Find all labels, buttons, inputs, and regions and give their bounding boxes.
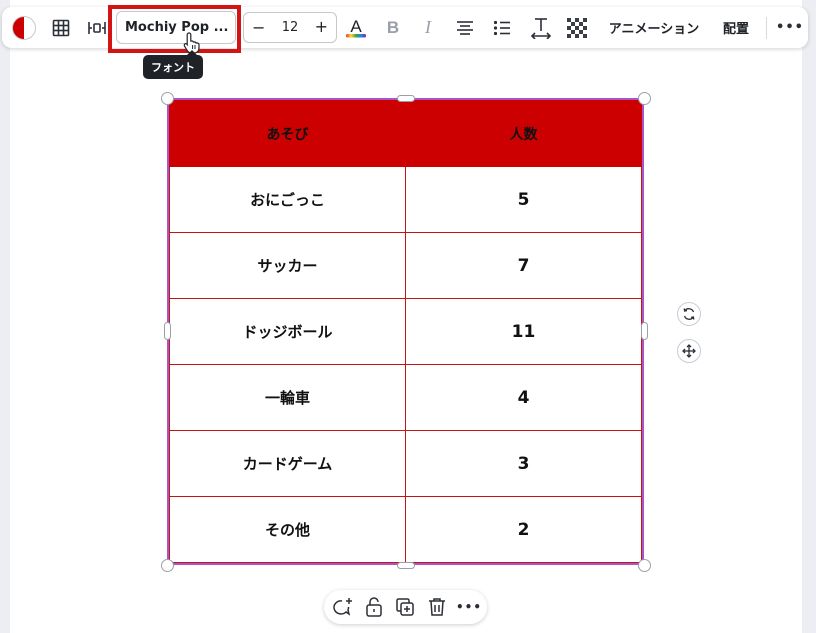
table-row: その他 2 (169, 496, 642, 563)
align-button[interactable] (452, 7, 478, 48)
color-swatch-icon (12, 15, 36, 40)
transparency-icon (567, 17, 587, 38)
move-button[interactable] (677, 339, 701, 363)
trash-icon (429, 598, 445, 616)
header-cell-count[interactable]: 人数 (405, 100, 642, 167)
move-icon (682, 344, 696, 358)
text-color-icon: A (346, 17, 366, 37)
table-cell-activity[interactable]: カードゲーム (169, 430, 406, 497)
table-cell-activity[interactable]: その他 (169, 496, 406, 563)
bold-icon: B (386, 17, 400, 37)
transparency-button[interactable] (564, 7, 590, 48)
text-spacing-icon (531, 17, 551, 39)
delete-button[interactable] (422, 590, 452, 624)
font-size-value[interactable]: 12 (272, 20, 308, 35)
resize-handle-top[interactable] (397, 95, 415, 102)
more-options-button[interactable]: ••• (776, 7, 804, 48)
font-size-stepper[interactable]: − 12 + (243, 12, 337, 43)
table-grid-button[interactable] (48, 7, 74, 48)
add-comment-button[interactable] (328, 590, 358, 624)
table-row: 一輪車 4 (169, 364, 642, 431)
table-row: カードゲーム 3 (169, 430, 642, 497)
table-header-row: あそび 人数 (169, 100, 642, 167)
text-spacing-button[interactable] (528, 7, 554, 48)
resize-handle-top-right[interactable] (638, 92, 651, 105)
text-color-button[interactable]: A (343, 7, 369, 48)
table-grid-icon (52, 19, 70, 36)
table-cell-count[interactable]: 7 (405, 232, 642, 299)
font-tooltip: フォント (143, 50, 203, 79)
bold-button[interactable]: B (381, 7, 405, 48)
data-table[interactable]: あそび 人数 おにごっこ 5 サッカー 7 ドッジボール 11 一輪車 4 カー… (169, 100, 642, 563)
table-cell-count[interactable]: 5 (405, 166, 642, 233)
resize-handle-bottom-right[interactable] (638, 559, 651, 572)
resize-handle-left[interactable] (164, 322, 171, 340)
duplicate-button[interactable] (390, 590, 420, 624)
italic-button[interactable]: I (416, 7, 440, 48)
table-cell-count[interactable]: 4 (405, 364, 642, 431)
comment-add-icon (333, 598, 352, 616)
table-cell-count[interactable]: 3 (405, 430, 642, 497)
rotate-button[interactable] (677, 302, 701, 326)
svg-text:A: A (350, 17, 362, 36)
italic-icon: I (425, 17, 431, 37)
resize-handle-top-left[interactable] (161, 92, 174, 105)
lock-button[interactable] (359, 590, 389, 624)
arrange-button[interactable]: 配置 (718, 7, 754, 48)
resize-handle-bottom-left[interactable] (161, 559, 174, 572)
spacing-icon (88, 21, 106, 34)
header-cell-activity[interactable]: あそび (169, 100, 406, 167)
table-row: おにごっこ 5 (169, 166, 642, 233)
list-button[interactable] (489, 7, 515, 48)
table-cell-activity[interactable]: 一輪車 (169, 364, 406, 431)
resize-handle-bottom[interactable] (397, 562, 415, 569)
font-size-decrease-button[interactable]: − (252, 18, 265, 37)
table-cell-activity[interactable]: ドッジボール (169, 298, 406, 365)
font-box-highlight (108, 5, 241, 53)
resize-handle-right[interactable] (641, 322, 648, 340)
table-row: ドッジボール 11 (169, 298, 642, 365)
more-actions-button[interactable]: ••• (454, 590, 484, 624)
table-color-button[interactable] (11, 7, 37, 48)
table-row: サッカー 7 (169, 232, 642, 299)
font-size-increase-button[interactable]: + (315, 17, 328, 36)
align-center-icon (457, 20, 473, 35)
list-icon (493, 20, 510, 35)
table-cell-count[interactable]: 2 (405, 496, 642, 563)
toolbar-divider (766, 17, 767, 39)
table-cell-count[interactable]: 11 (405, 298, 642, 365)
lock-icon (366, 597, 382, 617)
rotate-icon (683, 308, 695, 320)
spacing-button[interactable] (84, 7, 110, 48)
element-action-bar: ••• (324, 590, 487, 624)
animation-button[interactable]: アニメーション (602, 7, 706, 48)
duplicate-icon (396, 598, 414, 616)
table-cell-activity[interactable]: おにごっこ (169, 166, 406, 233)
table-cell-activity[interactable]: サッカー (169, 232, 406, 299)
